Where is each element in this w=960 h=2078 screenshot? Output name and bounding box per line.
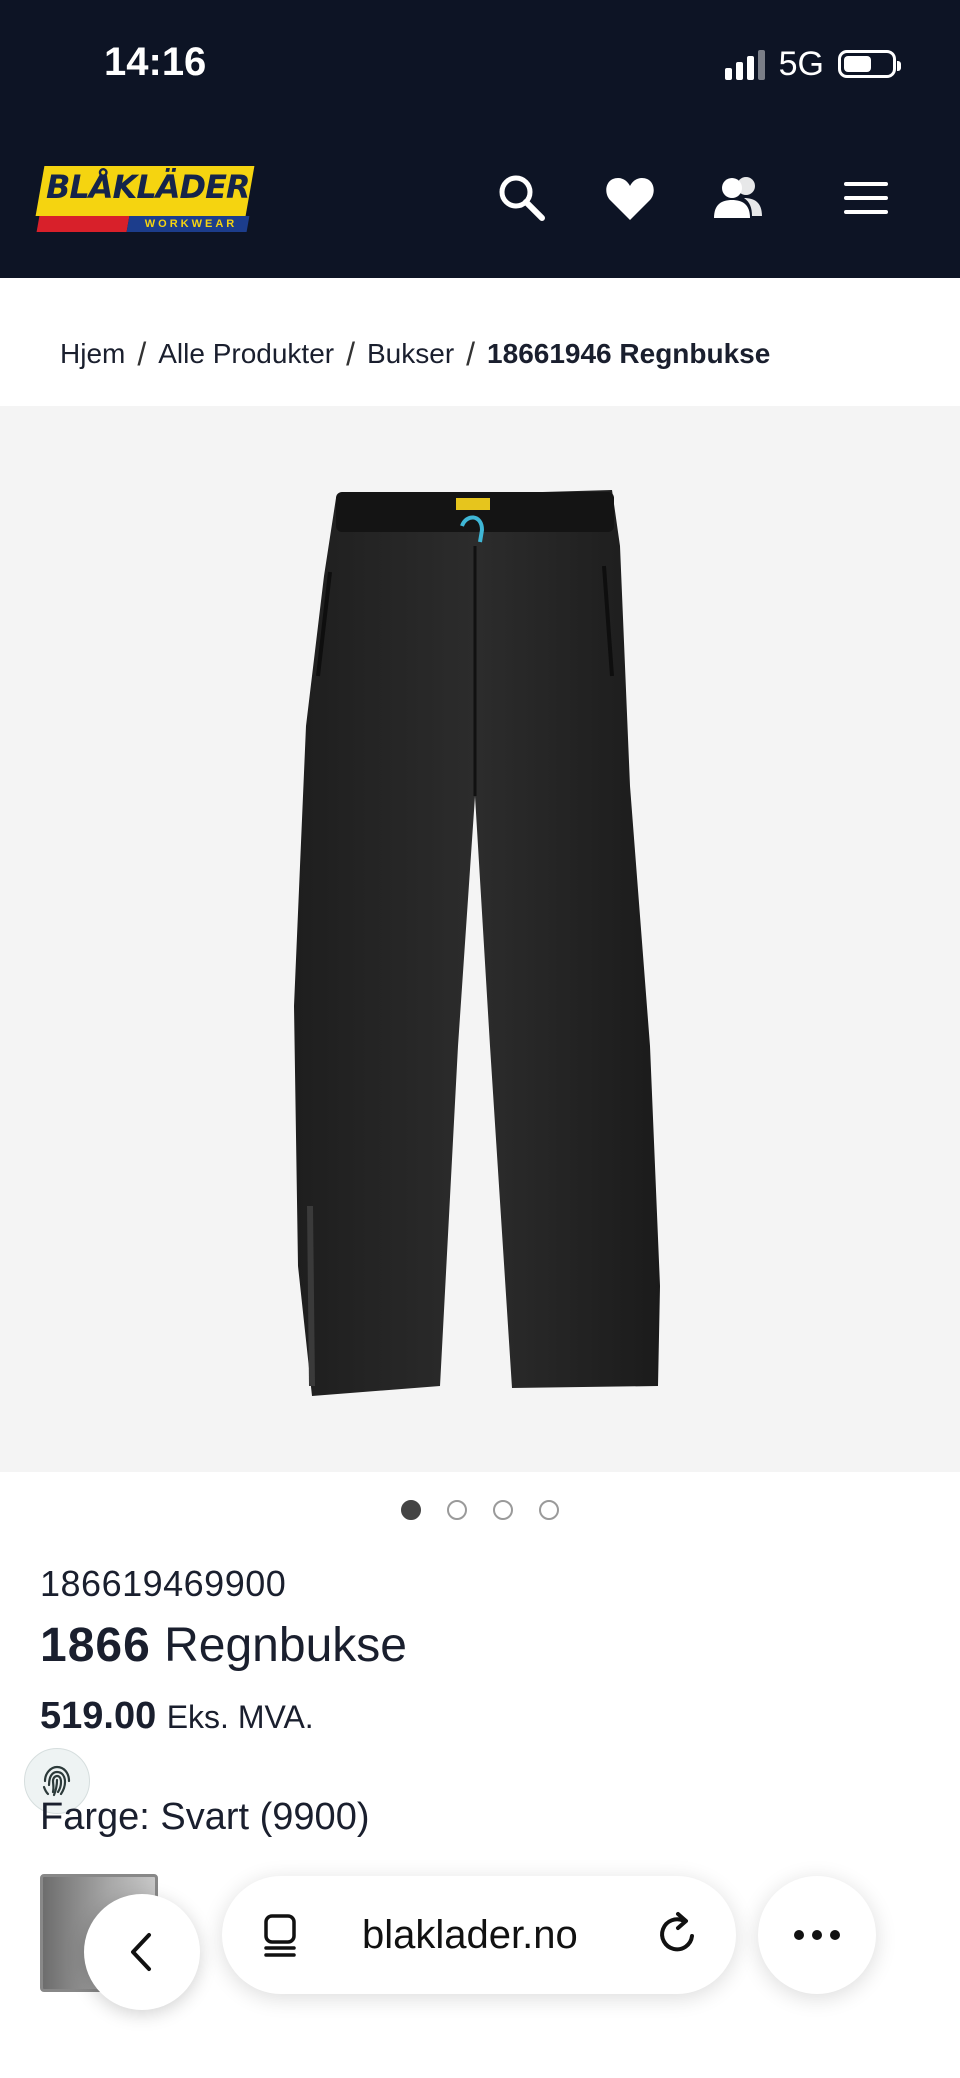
- more-dot: [812, 1930, 822, 1940]
- breadcrumb-item-alle-produkter[interactable]: Alle Produkter: [158, 338, 334, 370]
- logo-text: BLÅKLÄDER: [46, 168, 251, 206]
- status-indicators: 5G: [724, 44, 901, 84]
- breadcrumb-separator: /: [137, 335, 147, 372]
- browser-url: blaklader.no: [362, 1913, 578, 1957]
- top-bar: 14:16 5G BLÅKLÄDER WORKWEAR: [0, 0, 960, 278]
- menu-icon[interactable]: [838, 170, 894, 226]
- account-icon[interactable]: [710, 170, 766, 226]
- product-model-number: 1866: [40, 1619, 151, 1672]
- product-name: Regnbukse: [164, 1619, 407, 1672]
- breadcrumb-item-hjem[interactable]: Hjem: [60, 338, 125, 370]
- rain-pants-image: [294, 490, 660, 1396]
- browser-back-button[interactable]: [84, 1894, 200, 2010]
- price-amount: 519.00: [40, 1695, 157, 1737]
- tabs-icon[interactable]: [258, 1912, 304, 1958]
- more-dot: [794, 1930, 804, 1940]
- breadcrumb-current: 18661946 Regnbukse: [487, 338, 771, 369]
- breadcrumb: Hjem / Alle Produkter / Bukser / 1866194…: [60, 330, 770, 378]
- gallery-pagination: [0, 1500, 960, 1520]
- gallery-dot[interactable]: [539, 1500, 559, 1520]
- more-dot: [830, 1930, 840, 1940]
- breadcrumb-item-bukser[interactable]: Bukser: [367, 338, 454, 370]
- product-title: 1866 Regnbukse: [40, 1618, 407, 1673]
- gallery-dot[interactable]: [493, 1500, 513, 1520]
- brand-logo[interactable]: BLÅKLÄDER WORKWEAR: [35, 166, 255, 232]
- breadcrumb-separator: /: [346, 335, 355, 372]
- search-icon[interactable]: [494, 170, 550, 226]
- signal-icon: [724, 48, 765, 80]
- color-label: Farge: Svart (9900): [40, 1796, 370, 1838]
- battery-icon: [838, 50, 901, 78]
- product-sku: 186619469900: [40, 1563, 287, 1604]
- network-label: 5G: [778, 44, 824, 83]
- breadcrumb-separator: /: [466, 335, 476, 372]
- product-image[interactable]: [0, 406, 960, 1472]
- gallery-dot[interactable]: [401, 1500, 421, 1520]
- more-options-button[interactable]: [758, 1876, 876, 1994]
- logo-subtext: WORKWEAR: [144, 218, 238, 230]
- price-suffix: Eks. MVA.: [166, 1699, 314, 1735]
- status-time: 14:16: [104, 40, 207, 84]
- chevron-left-icon: [131, 1933, 151, 1971]
- reload-icon[interactable]: [654, 1910, 702, 1958]
- browser-address-bar[interactable]: blaklader.no: [222, 1876, 736, 1994]
- heart-icon[interactable]: [602, 170, 658, 226]
- gallery-dot[interactable]: [447, 1500, 467, 1520]
- product-price: 519.00 Eks. MVA.: [40, 1695, 314, 1738]
